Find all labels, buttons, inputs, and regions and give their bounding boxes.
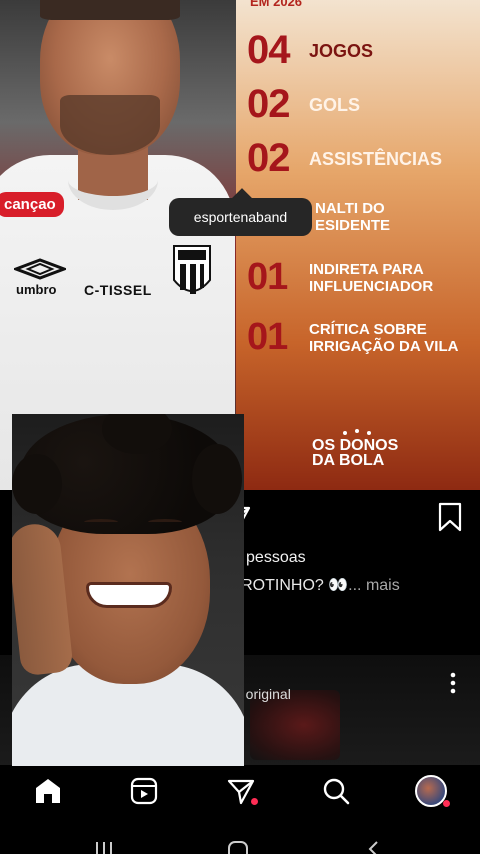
home-system-icon[interactable] xyxy=(226,838,250,854)
stat-critica: 01 CRÍTICA SOBRE IRRIGAÇÃO DA VILA xyxy=(247,316,458,359)
stat-number: 04 xyxy=(247,28,291,72)
stat-number: 01 xyxy=(247,316,288,358)
jersey-tissel: C-TISSEL xyxy=(84,282,152,298)
back-icon[interactable] xyxy=(362,838,386,854)
notification-dot xyxy=(251,798,258,805)
stat-label: CRÍTICA SOBRE IRRIGAÇÃO DA VILA xyxy=(309,321,458,355)
username-tooltip[interactable]: esportenaband xyxy=(169,198,312,236)
stat-label-line1: CRÍTICA SOBRE xyxy=(309,320,427,338)
stat-number: 02 xyxy=(247,136,291,180)
stat-jogos: 04 JOGOS xyxy=(247,28,373,73)
brand-logo: OS DONOS DA BOLA xyxy=(312,429,399,469)
facecam-eye xyxy=(148,519,182,525)
stat-number: 02 xyxy=(247,82,291,126)
stat-label: NALTI DO ESIDENTE xyxy=(315,200,390,234)
jersey-collar xyxy=(68,150,158,210)
reels-icon[interactable] xyxy=(129,776,159,806)
stat-indireta: 01 INDIRETA PARA INFLUENCIADOR xyxy=(247,256,433,299)
brand-line2: DA BOLA xyxy=(312,452,385,469)
jersey-sponsor: cançao xyxy=(0,192,64,217)
home-icon[interactable] xyxy=(33,776,63,806)
panel-header: EM 2026 xyxy=(250,0,303,9)
stat-label: GOLS xyxy=(309,94,361,115)
stat-label: INDIRETA PARA INFLUENCIADOR xyxy=(309,261,433,295)
stat-label: JOGOS xyxy=(309,40,374,61)
recents-icon[interactable] xyxy=(92,838,116,854)
tooltip-username: esportenaband xyxy=(193,209,288,225)
more-options-icon[interactable] xyxy=(447,671,459,695)
facecam-eye xyxy=(84,519,118,525)
stat-label: ASSISTÊNCIAS xyxy=(309,148,443,169)
stat-label-line2: INFLUENCIADOR xyxy=(309,277,434,295)
bookmark-icon[interactable] xyxy=(437,502,463,532)
stats-panel xyxy=(236,0,480,490)
stat-label-line2: ESIDENTE xyxy=(315,217,391,234)
player-hair xyxy=(40,0,180,20)
hair-curl xyxy=(12,454,62,514)
stat-number: 01 xyxy=(247,256,288,298)
stat-label-line1: NALTI DO xyxy=(315,200,385,217)
facecam-overlay xyxy=(12,414,244,786)
notification-dot xyxy=(443,800,450,807)
stat-penalti: NALTI DO ESIDENTE xyxy=(315,200,390,234)
stat-label-line2: IRRIGAÇÃO DA VILA xyxy=(309,337,459,355)
hair-curl xyxy=(192,444,242,514)
stat-label-line1: INDIRETA PARA xyxy=(309,260,424,278)
crown-icon xyxy=(343,429,371,435)
jersey-maker: umbro xyxy=(16,282,57,297)
stat-gols: 02 GOLS xyxy=(247,82,360,127)
santos-crest-icon xyxy=(173,245,211,294)
stat-assistencias: 02 ASSISTÊNCIAS xyxy=(247,136,442,181)
search-icon[interactable] xyxy=(321,776,351,806)
brand-line1: OS DONOS xyxy=(312,437,399,454)
umbro-logo-icon xyxy=(14,258,66,280)
player-beard xyxy=(60,95,160,155)
caption: GAROTINHO? 👀... mais xyxy=(218,575,400,595)
facecam-mouth xyxy=(86,582,172,608)
more-link[interactable]: ... mais xyxy=(348,577,400,594)
